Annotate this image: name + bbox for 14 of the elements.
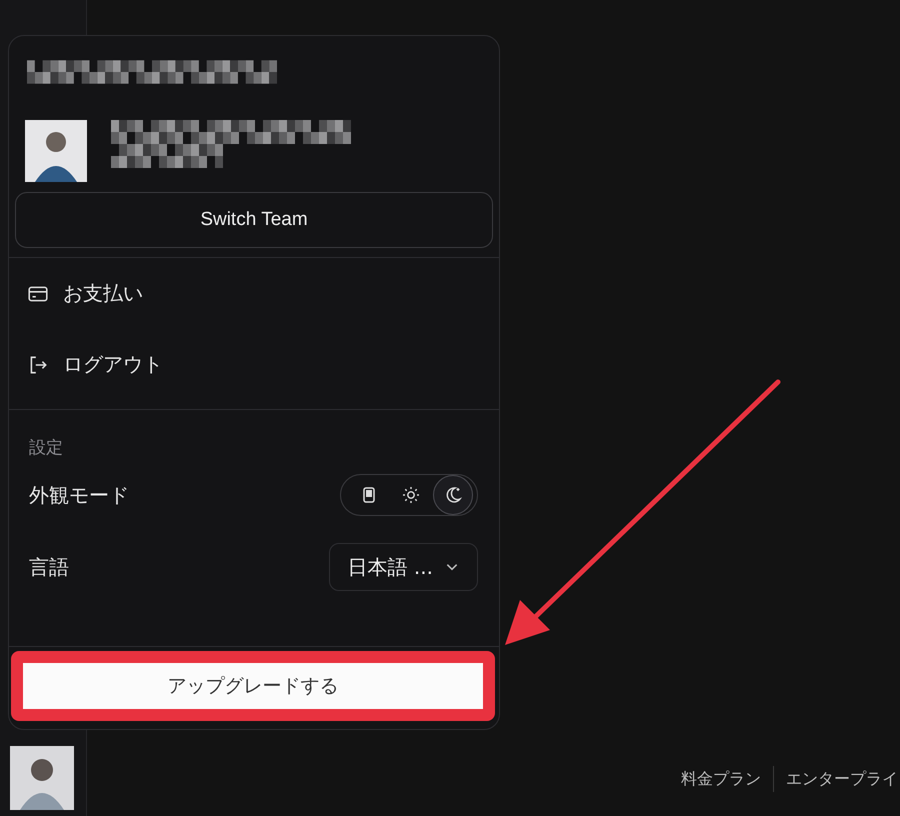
setting-label: 言語: [29, 554, 69, 580]
menu-item[interactable]: ログアウト: [9, 329, 499, 400]
appearance-dark-button[interactable]: [433, 475, 473, 515]
avatar[interactable]: [10, 746, 74, 810]
menu-item[interactable]: お支払い: [9, 258, 499, 329]
section-heading: 設定: [29, 437, 64, 459]
upgrade-button[interactable]: アップグレードする: [23, 663, 483, 709]
switch-team-button[interactable]: Switch Team: [15, 192, 493, 248]
avatar: [25, 120, 87, 182]
pricing-link[interactable]: 料金プラン: [681, 768, 761, 790]
language-select[interactable]: 日本語 ...: [328, 543, 478, 591]
setting-label: 外観モード: [29, 482, 129, 508]
sun-icon: [401, 485, 421, 505]
enterprise-link[interactable]: エンタープライ: [786, 768, 898, 790]
